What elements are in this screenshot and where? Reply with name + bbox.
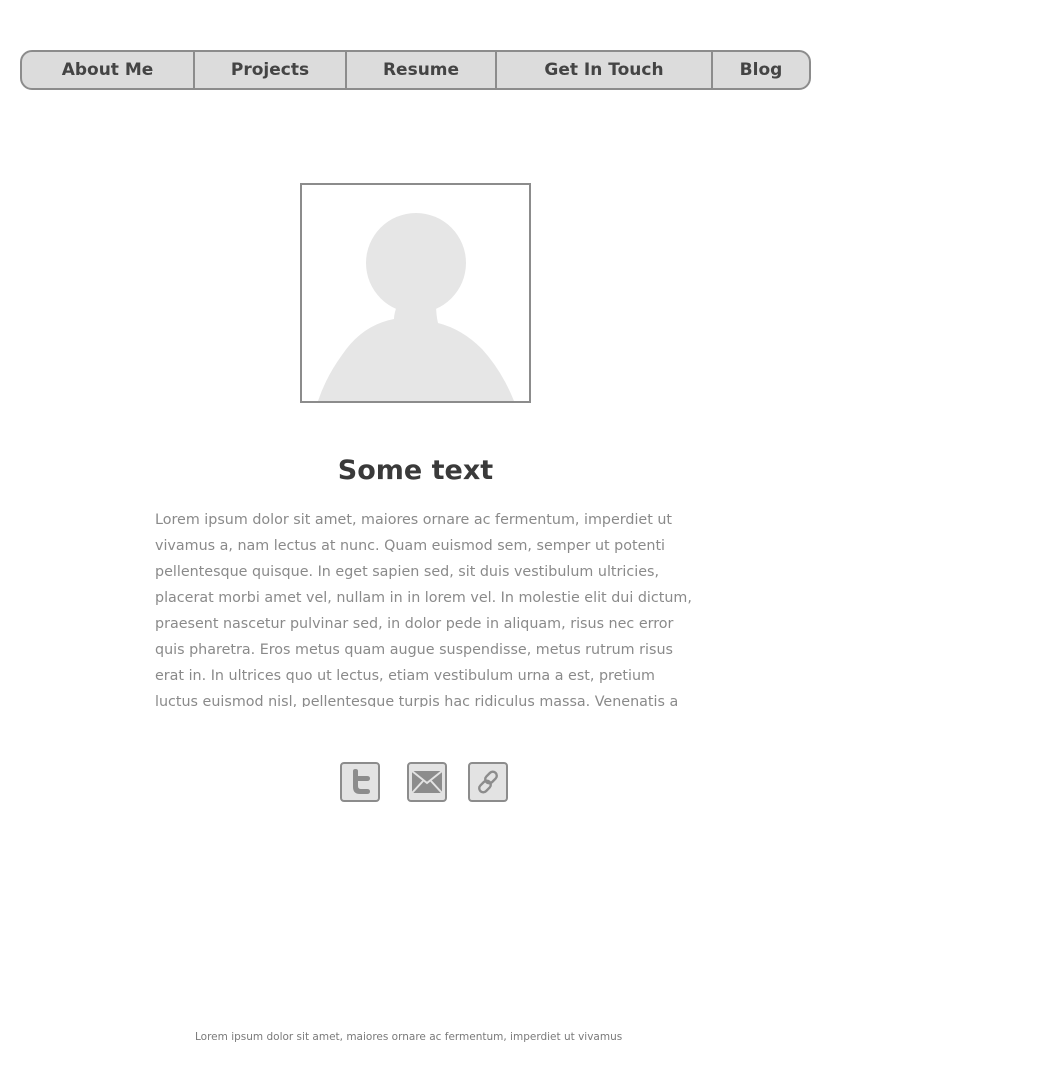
twitter-icon <box>353 769 370 794</box>
mail-icon <box>411 770 443 794</box>
nav-item-get-in-touch[interactable]: Get In Touch <box>497 52 713 88</box>
main-nav: About Me Projects Resume Get In Touch Bl… <box>20 50 811 90</box>
link-button[interactable] <box>468 762 508 802</box>
profile-image-placeholder <box>300 183 531 403</box>
profile-heading: Some text <box>337 455 494 486</box>
link-icon <box>478 770 498 794</box>
profile-body-text: Lorem ipsum dolor sit amet, maiores orna… <box>155 512 692 707</box>
nav-item-blog[interactable]: Blog <box>713 52 809 88</box>
nav-item-resume[interactable]: Resume <box>347 52 497 88</box>
nav-item-projects[interactable]: Projects <box>195 52 347 88</box>
footer-text: Lorem ipsum dolor sit amet, maiores orna… <box>195 1031 623 1043</box>
mail-button[interactable] <box>407 762 447 802</box>
nav-item-about-me[interactable]: About Me <box>22 52 195 88</box>
user-silhouette-icon <box>318 213 514 401</box>
page: About Me Projects Resume Get In Touch Bl… <box>0 0 1044 1069</box>
twitter-button[interactable] <box>340 762 380 802</box>
